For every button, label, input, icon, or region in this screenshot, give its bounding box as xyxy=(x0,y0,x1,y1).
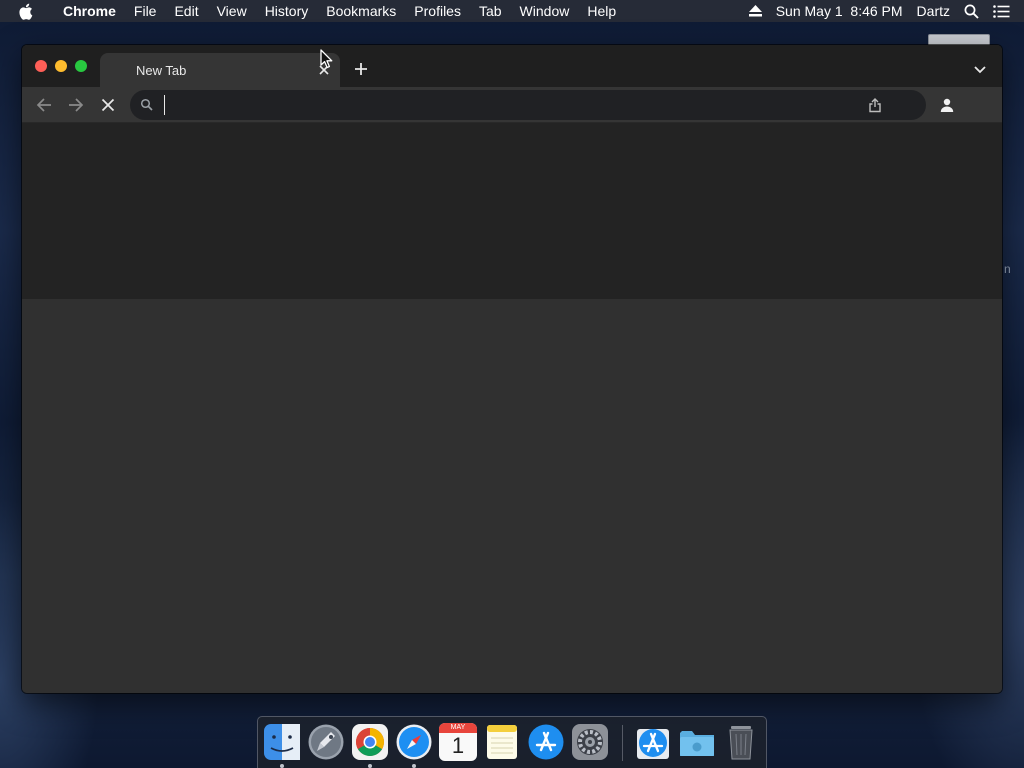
browser-toolbar xyxy=(22,87,1002,123)
window-maximize-button[interactable] xyxy=(75,60,87,72)
notification-center-icon[interactable] xyxy=(986,4,1024,18)
tab-strip: New Tab xyxy=(22,45,1002,87)
calendar-day: 1 xyxy=(451,733,465,758)
page-content-loading xyxy=(22,123,1002,299)
browser-window: New Tab xyxy=(22,45,1002,693)
menu-profiles[interactable]: Profiles xyxy=(405,0,470,22)
tab-new-tab[interactable]: New Tab xyxy=(100,53,340,87)
notes-icon[interactable] xyxy=(483,723,521,761)
menu-edit[interactable]: Edit xyxy=(165,0,207,22)
running-indicator xyxy=(368,764,372,768)
profile-avatar-icon[interactable] xyxy=(936,94,958,116)
menu-view[interactable]: View xyxy=(208,0,256,22)
menu-help[interactable]: Help xyxy=(578,0,625,22)
safari-icon[interactable] xyxy=(395,723,433,761)
mouse-cursor-icon xyxy=(320,49,333,69)
menu-bar: Chrome File Edit View History Bookmarks … xyxy=(0,0,1024,22)
running-indicator xyxy=(412,764,416,768)
back-button[interactable] xyxy=(34,95,54,115)
spotlight-search-icon[interactable] xyxy=(957,4,986,19)
calendar-month: MAY xyxy=(439,723,477,733)
menu-window[interactable]: Window xyxy=(511,0,579,22)
chrome-icon[interactable] xyxy=(351,723,389,761)
stop-loading-button[interactable] xyxy=(98,95,118,115)
search-icon xyxy=(140,98,154,112)
share-icon[interactable] xyxy=(868,97,882,113)
address-input[interactable] xyxy=(164,95,844,115)
clock[interactable]: Sun May 1 8:46 PM xyxy=(769,3,910,19)
calendar-icon[interactable]: MAY 1 xyxy=(439,723,477,761)
tab-search-chevron-icon[interactable] xyxy=(972,63,988,75)
menu-history[interactable]: History xyxy=(256,0,318,22)
running-indicator xyxy=(280,764,284,768)
status-area: Sun May 1 8:46 PM Dartz xyxy=(742,0,1024,22)
forward-button[interactable] xyxy=(66,95,86,115)
user-name[interactable]: Dartz xyxy=(910,3,957,19)
address-bar[interactable] xyxy=(130,90,926,120)
downloads-folder-icon[interactable] xyxy=(678,723,716,761)
launchpad-icon[interactable] xyxy=(307,723,345,761)
tab-title: New Tab xyxy=(136,63,187,78)
menu-app-name[interactable]: Chrome xyxy=(54,0,125,22)
finder-icon[interactable] xyxy=(263,723,301,761)
desktop-item-label[interactable]: n xyxy=(1004,262,1011,276)
system-preferences-icon[interactable] xyxy=(571,723,609,761)
app-store-folder-icon[interactable] xyxy=(634,723,672,761)
trash-icon[interactable] xyxy=(722,723,760,761)
menu-file[interactable]: File xyxy=(125,0,166,22)
window-minimize-button[interactable] xyxy=(55,60,67,72)
dock-separator xyxy=(622,725,623,761)
menu-bookmarks[interactable]: Bookmarks xyxy=(317,0,405,22)
new-tab-button[interactable] xyxy=(353,61,369,77)
menu-tab[interactable]: Tab xyxy=(470,0,511,22)
eject-icon[interactable] xyxy=(742,5,769,17)
window-close-button[interactable] xyxy=(35,60,47,72)
dock: MAY 1 xyxy=(257,716,767,768)
page-content-area xyxy=(22,299,1002,693)
apple-menu-icon[interactable] xyxy=(18,3,40,20)
app-store-icon[interactable] xyxy=(527,723,565,761)
